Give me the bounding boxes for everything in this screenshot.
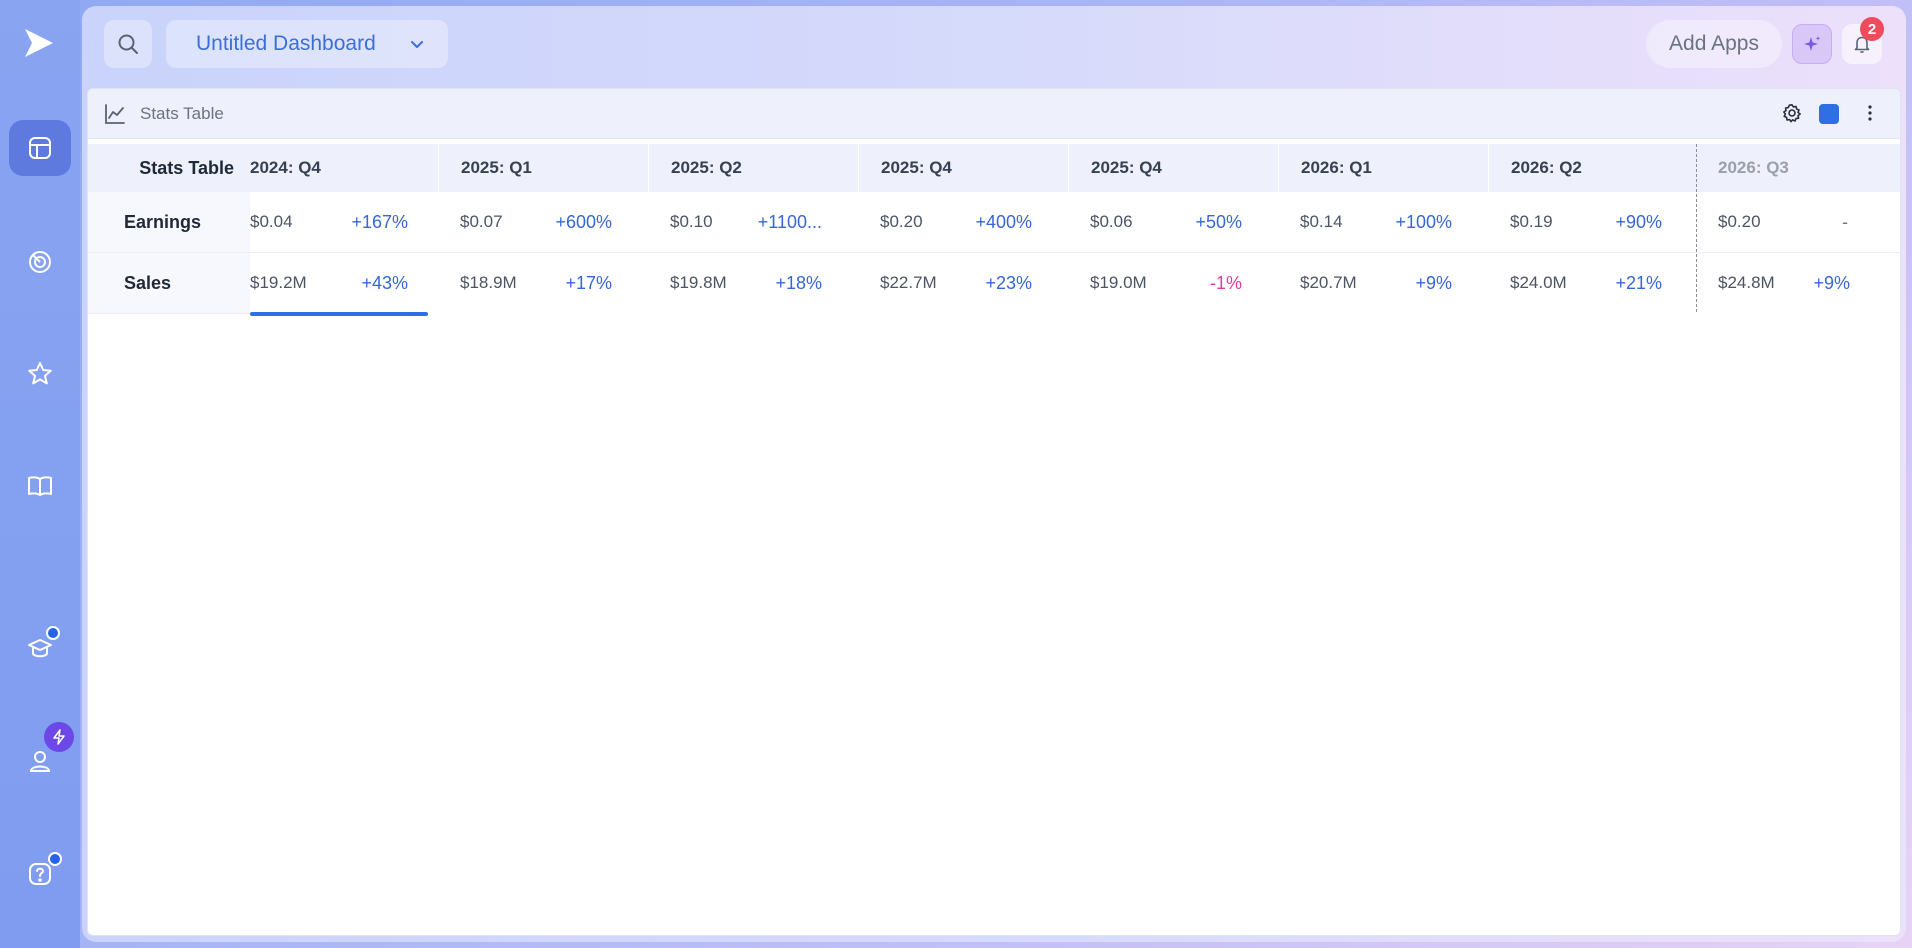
table-cell: $0.10 +1100... xyxy=(648,192,858,252)
sparkle-icon xyxy=(1804,36,1821,51)
cell-change: +18% xyxy=(775,272,822,293)
column-header[interactable]: 2025: Q4 xyxy=(858,144,1068,192)
table-cell: $20.7M +9% xyxy=(1278,253,1488,313)
dashboard-icon xyxy=(29,137,51,159)
cell-value: $0.19 xyxy=(1510,212,1553,231)
column-header[interactable]: 2026: Q2 xyxy=(1488,144,1698,192)
cell-change: +600% xyxy=(555,211,612,232)
cell-change: +9% xyxy=(1415,272,1452,293)
column-header[interactable]: 2026: Q1 xyxy=(1278,144,1488,192)
user-icon xyxy=(29,751,51,772)
cell-value: $0.04 xyxy=(250,212,293,231)
cell-change: +400% xyxy=(975,211,1032,232)
cell-change: +100% xyxy=(1395,211,1452,232)
cell-change: +21% xyxy=(1615,272,1662,293)
cell-value: $0.07 xyxy=(460,212,503,231)
cell-value: $19.0M xyxy=(1090,273,1147,292)
widget-title: Stats Table xyxy=(140,104,224,123)
cell-change: +17% xyxy=(565,272,612,293)
cell-value: $20.7M xyxy=(1300,273,1357,292)
table-cell: $0.20 - xyxy=(1696,192,1896,252)
sidebar xyxy=(0,0,80,948)
add-apps-button[interactable]: Add Apps xyxy=(1646,20,1782,68)
sidebar-item-radar[interactable] xyxy=(9,234,71,290)
column-header[interactable]: 2025: Q4 xyxy=(1068,144,1278,192)
bolt-icon xyxy=(53,729,65,745)
cell-value: $24.8M xyxy=(1718,273,1775,292)
cell-change: +9% xyxy=(1813,272,1850,293)
sidebar-item-learn[interactable] xyxy=(9,620,71,676)
sidebar-item-help[interactable] xyxy=(9,846,71,902)
help-notification-dot xyxy=(48,852,62,866)
cell-change: - xyxy=(1842,211,1848,232)
cell-value: $0.10 xyxy=(670,212,713,231)
table-cell: $0.06 +50% xyxy=(1068,192,1278,252)
cell-change: +90% xyxy=(1615,211,1662,232)
learn-notification-dot xyxy=(46,626,60,640)
cell-value: $19.8M xyxy=(670,273,727,292)
cell-change: +50% xyxy=(1195,211,1242,232)
column-header-projected[interactable]: 2026: Q3 xyxy=(1696,144,1900,192)
table-cell: $19.2M +43% xyxy=(250,253,438,313)
chevron-down-icon xyxy=(411,41,423,48)
cell-change: -1% xyxy=(1209,272,1242,293)
table-cell: $0.14 +100% xyxy=(1278,192,1488,252)
table-cell: $19.8M +18% xyxy=(648,253,858,313)
horizontal-scrollbar[interactable] xyxy=(250,312,428,316)
column-header[interactable]: 2024: Q4 xyxy=(250,144,438,192)
widget-header: Stats Table xyxy=(88,89,1900,139)
cell-value: $0.06 xyxy=(1090,212,1133,231)
radar-icon xyxy=(29,251,51,273)
projection-divider xyxy=(1696,144,1697,312)
book-icon xyxy=(28,476,52,496)
gear-icon[interactable] xyxy=(1782,103,1802,123)
cell-change: +23% xyxy=(985,272,1032,293)
sidebar-item-favorites[interactable] xyxy=(9,346,71,402)
cell-change: +1100... xyxy=(757,211,822,232)
cell-value: $0.14 xyxy=(1300,212,1343,231)
table-cell: $0.19 +90% xyxy=(1488,192,1698,252)
table-cell: $24.8M +9% xyxy=(1696,253,1896,313)
line-chart-icon xyxy=(105,104,125,124)
cell-change: +167% xyxy=(351,211,408,232)
row-label-earnings: Earnings xyxy=(88,192,250,252)
widget-color-swatch[interactable] xyxy=(1819,104,1839,124)
table-corner-label: Stats Table xyxy=(88,144,250,192)
stats-table-widget: Stats Table 2024: Q4 2025: Q1 2025: Q2 2… xyxy=(87,88,1901,936)
cell-value: $19.2M xyxy=(250,273,307,292)
table-cell: $19.0M -1% xyxy=(1068,253,1278,313)
table-cell: $0.07 +600% xyxy=(438,192,648,252)
table-cell: $0.20 +400% xyxy=(858,192,1068,252)
notification-count-badge: 2 xyxy=(1860,17,1884,41)
cell-change: +43% xyxy=(361,272,408,293)
sidebar-item-library[interactable] xyxy=(9,458,71,514)
main-panel: Untitled Dashboard Add Apps 2 Stats Tabl… xyxy=(82,6,1906,942)
cell-value: $0.20 xyxy=(1718,212,1761,231)
search-button[interactable] xyxy=(104,20,152,68)
table-cell: $22.7M +23% xyxy=(858,253,1068,313)
more-vertical-icon[interactable] xyxy=(1860,103,1880,123)
topbar: Untitled Dashboard Add Apps 2 xyxy=(82,6,1906,82)
app: Untitled Dashboard Add Apps 2 Stats Tabl… xyxy=(0,0,1912,948)
row-label-sales: Sales xyxy=(88,253,250,313)
table-cell: $24.0M +21% xyxy=(1488,253,1698,313)
bolt-badge xyxy=(44,722,74,752)
row-divider xyxy=(88,313,250,314)
column-header[interactable]: 2025: Q1 xyxy=(438,144,648,192)
table-cell: $0.04 +167% xyxy=(250,192,438,252)
dashboard-selector[interactable]: Untitled Dashboard xyxy=(166,20,448,68)
cell-value: $0.20 xyxy=(880,212,923,231)
dashboard-name: Untitled Dashboard xyxy=(196,32,376,55)
table-cell: $18.9M +17% xyxy=(438,253,648,313)
cell-value: $24.0M xyxy=(1510,273,1567,292)
column-header[interactable]: 2025: Q2 xyxy=(648,144,858,192)
logo-icon[interactable] xyxy=(22,26,56,60)
ai-assistant-button[interactable] xyxy=(1792,24,1832,64)
star-icon xyxy=(28,362,52,385)
cell-value: $18.9M xyxy=(460,273,517,292)
sidebar-item-dashboard[interactable] xyxy=(9,120,71,176)
search-icon xyxy=(118,34,138,54)
cell-value: $22.7M xyxy=(880,273,937,292)
